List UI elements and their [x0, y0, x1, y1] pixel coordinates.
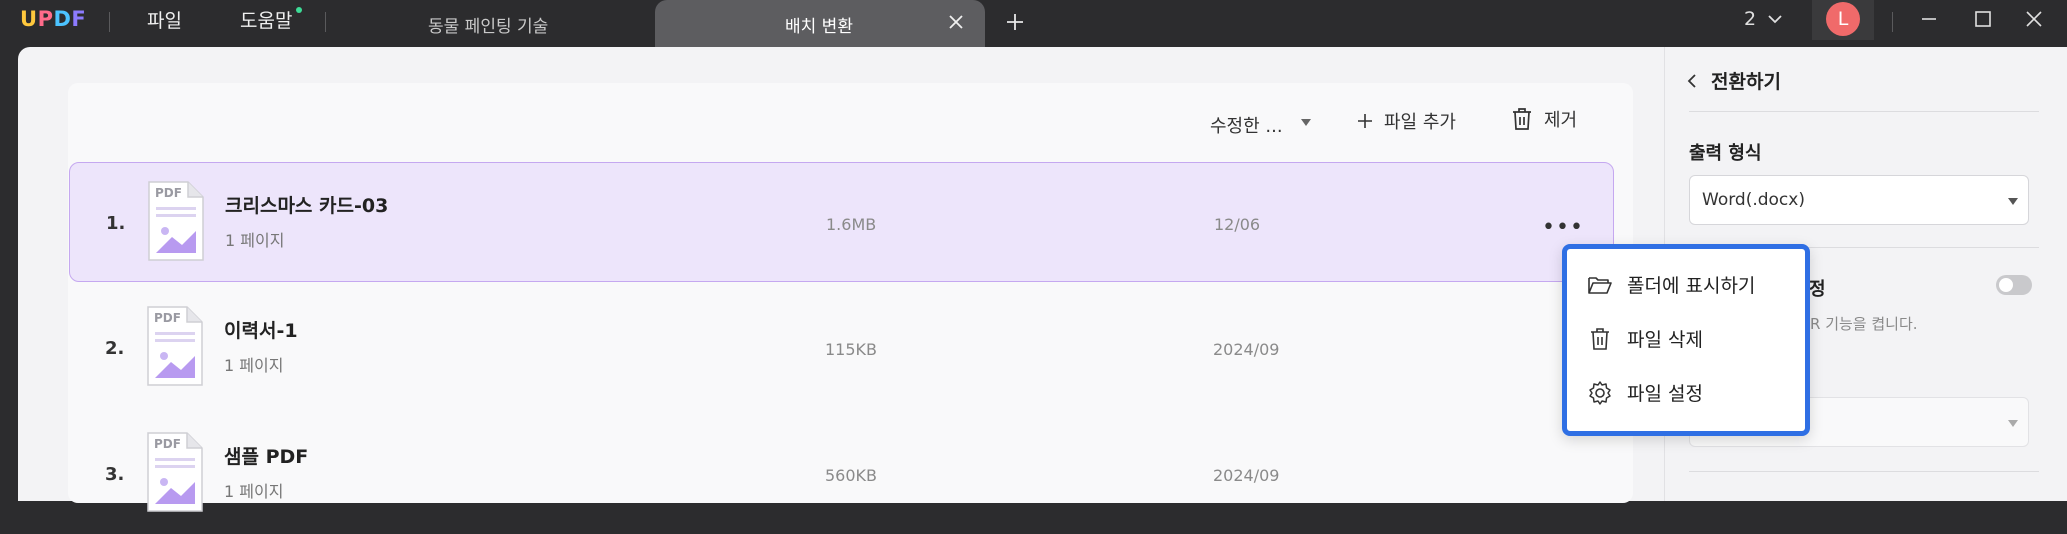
menu-help[interactable]: 도움말 — [240, 6, 292, 33]
pdf-file-icon: PDF — [147, 306, 203, 386]
file-name: 이력서-1 — [224, 320, 298, 342]
title-bar: UPDF 파일 도움말 동물 페인팅 기술 배치 변환 2 L — [0, 0, 2067, 47]
divider — [109, 12, 110, 32]
add-file-label: 파일 추가 — [1384, 112, 1456, 133]
output-format-label: 출력 형식 — [1689, 143, 1762, 164]
chevron-left-icon — [1687, 73, 1696, 88]
pdf-file-icon: PDF — [148, 181, 204, 261]
file-name: 샘플 PDF — [224, 446, 309, 468]
file-size: 560KB — [825, 466, 878, 485]
menu-file[interactable]: 파일 — [147, 6, 182, 33]
new-tab-icon[interactable] — [1004, 11, 1026, 33]
output-format-select[interactable]: Word(.docx) — [1689, 175, 2029, 225]
tab-label: 배치 변환 — [785, 17, 853, 37]
close-tab-icon[interactable] — [947, 13, 965, 31]
svg-text:PDF: PDF — [154, 311, 181, 325]
add-file-button[interactable]: 파일 추가 — [1356, 108, 1456, 134]
file-date: 2024/09 — [1213, 466, 1280, 485]
file-context-menu: 폴더에 표시하기 파일 삭제 파일 설정 — [1562, 244, 1810, 436]
maximize-icon[interactable] — [1972, 8, 1994, 30]
file-pages: 1 페이지 — [225, 231, 285, 250]
remove-label: 제거 — [1544, 110, 1578, 131]
more-options-icon[interactable]: ••• — [1542, 215, 1584, 240]
menu-label: 파일 삭제 — [1627, 329, 1703, 351]
menu-delete-file[interactable]: 파일 삭제 — [1587, 325, 1703, 352]
file-name: 크리스마스 카드-03 — [225, 195, 389, 217]
panel-title: 전환하기 — [1711, 71, 1781, 93]
minimize-icon[interactable] — [1918, 8, 1940, 30]
ocr-description: R 기능을 켭니다. — [1810, 315, 1918, 333]
tab-batch-convert[interactable]: 배치 변환 — [655, 0, 985, 47]
remove-button[interactable]: 제거 — [1510, 106, 1577, 132]
avatar[interactable]: L — [1826, 2, 1860, 36]
divider — [325, 12, 326, 32]
menu-show-in-folder[interactable]: 폴더에 표시하기 — [1587, 271, 1755, 298]
row-index: 2. — [105, 338, 125, 359]
account-area[interactable]: L — [1812, 0, 1874, 40]
file-date: 2024/09 — [1213, 340, 1280, 359]
trash-icon — [1513, 108, 1531, 130]
chevron-down-icon[interactable] — [1766, 10, 1784, 28]
caret-down-icon — [2008, 420, 2018, 427]
tab-document[interactable]: 동물 페인팅 기술 — [428, 12, 548, 37]
file-row[interactable]: 3. PDF 샘플 PDF 1 페이지 560KB 2024/09 — [69, 414, 1614, 534]
row-index: 1. — [106, 213, 126, 234]
gear-icon — [1589, 380, 1611, 405]
row-index: 3. — [105, 464, 125, 485]
divider — [1689, 471, 2039, 472]
folder-open-icon — [1588, 276, 1612, 294]
back-button[interactable]: 전환하기 — [1685, 67, 1781, 94]
output-format-value: Word(.docx) — [1702, 190, 1805, 210]
trash-icon — [1591, 327, 1609, 350]
file-pages: 1 페이지 — [224, 482, 284, 501]
menu-label: 폴더에 표시하기 — [1627, 275, 1756, 297]
plus-icon — [1358, 114, 1372, 128]
file-size: 115KB — [825, 340, 878, 359]
menu-file-settings[interactable]: 파일 설정 — [1587, 379, 1703, 406]
app-logo: UPDF — [20, 7, 87, 31]
ocr-label: 정 — [1809, 279, 1826, 300]
divider — [1892, 12, 1893, 32]
caret-down-icon[interactable] — [1300, 118, 1312, 128]
file-row[interactable]: 2. PDF 이력서-1 1 페이지 115KB 2024/09 — [69, 288, 1614, 408]
menu-label: 파일 설정 — [1627, 383, 1703, 405]
pdf-file-icon: PDF — [147, 432, 203, 512]
close-window-icon[interactable] — [2023, 8, 2045, 30]
notification-dot — [296, 7, 302, 13]
svg-text:PDF: PDF — [154, 437, 181, 451]
caret-down-icon — [2008, 198, 2018, 205]
sort-dropdown[interactable]: 수정한 ... — [1210, 112, 1283, 138]
file-size: 1.6MB — [826, 215, 877, 234]
divider — [1689, 111, 2039, 112]
ocr-toggle[interactable] — [1996, 275, 2032, 295]
file-pages: 1 페이지 — [224, 356, 284, 375]
window-count[interactable]: 2 — [1744, 8, 1756, 30]
svg-text:PDF: PDF — [155, 186, 182, 200]
file-date: 12/06 — [1214, 215, 1261, 234]
file-row[interactable]: 1. PDF 크리스마스 카드-03 1 페이지 1.6MB 12/06 ••• — [69, 162, 1614, 282]
